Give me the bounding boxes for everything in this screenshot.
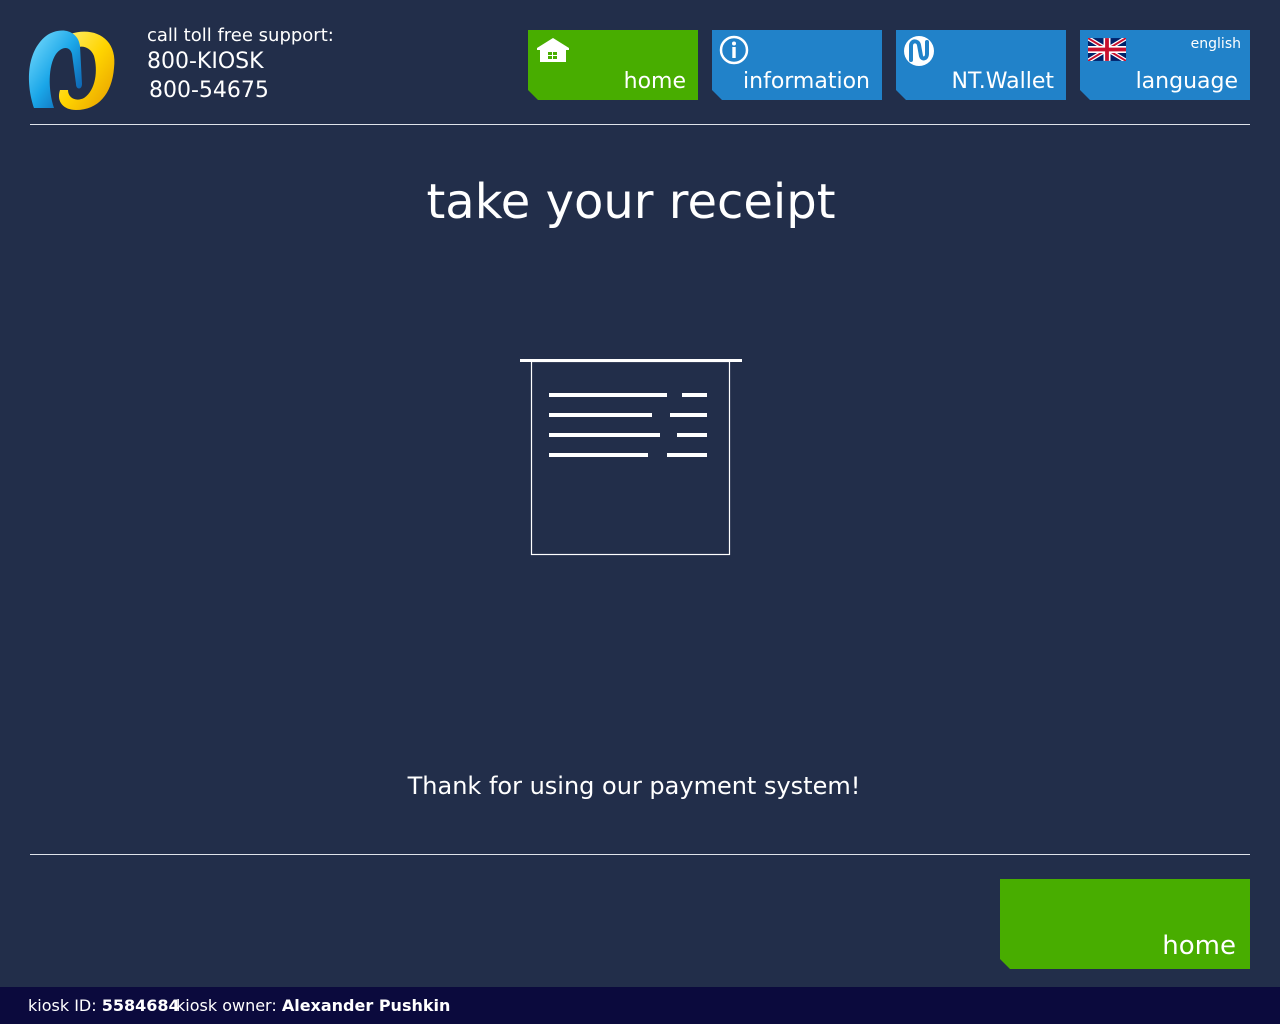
header-divider <box>30 124 1250 125</box>
thank-you-message: Thank for using our payment system! <box>407 772 861 800</box>
nav-home-label: home <box>623 69 686 94</box>
brand-logo <box>24 24 120 114</box>
nav-information-label: information <box>743 69 870 94</box>
wallet-logo-icon <box>902 34 936 72</box>
support-label: call toll free support: <box>147 25 334 46</box>
info-icon <box>718 34 750 70</box>
support-info: call toll free support: 800-KIOSK 800-54… <box>147 27 334 109</box>
nav-language-button[interactable]: english language <box>1080 30 1250 100</box>
nav-information-button[interactable]: information <box>712 30 882 100</box>
bottom-divider <box>30 854 1250 855</box>
kiosk-id-value: 5584684 <box>101 996 180 1015</box>
nav-home-button[interactable]: home <box>528 30 698 100</box>
home-button[interactable]: home <box>1000 879 1250 969</box>
uk-flag-icon <box>1088 38 1126 65</box>
status-footer: kiosk ID: 5584684 kiosk owner: Alexander… <box>0 987 1280 1024</box>
current-language: english <box>1190 36 1241 52</box>
kiosk-id: kiosk ID: 5584684 <box>28 987 180 1024</box>
kiosk-owner: kiosk owner: Alexander Pushkin <box>176 987 450 1024</box>
home-button-label: home <box>1162 931 1236 961</box>
home-icon <box>536 36 570 68</box>
support-phone-2: 800-54675 <box>149 78 269 103</box>
receipt-icon <box>519 357 743 559</box>
kiosk-owner-label: kiosk owner: <box>176 996 277 1015</box>
kiosk-id-label: kiosk ID: <box>28 996 97 1015</box>
support-phone-1: 800-KIOSK <box>147 49 264 74</box>
kiosk-owner-value: Alexander Pushkin <box>281 996 451 1015</box>
nav-language-label: language <box>1135 69 1238 94</box>
page-title: take your receipt <box>426 174 836 230</box>
nav-wallet-button[interactable]: NT.Wallet <box>896 30 1066 100</box>
nav-wallet-label: NT.Wallet <box>951 69 1054 94</box>
